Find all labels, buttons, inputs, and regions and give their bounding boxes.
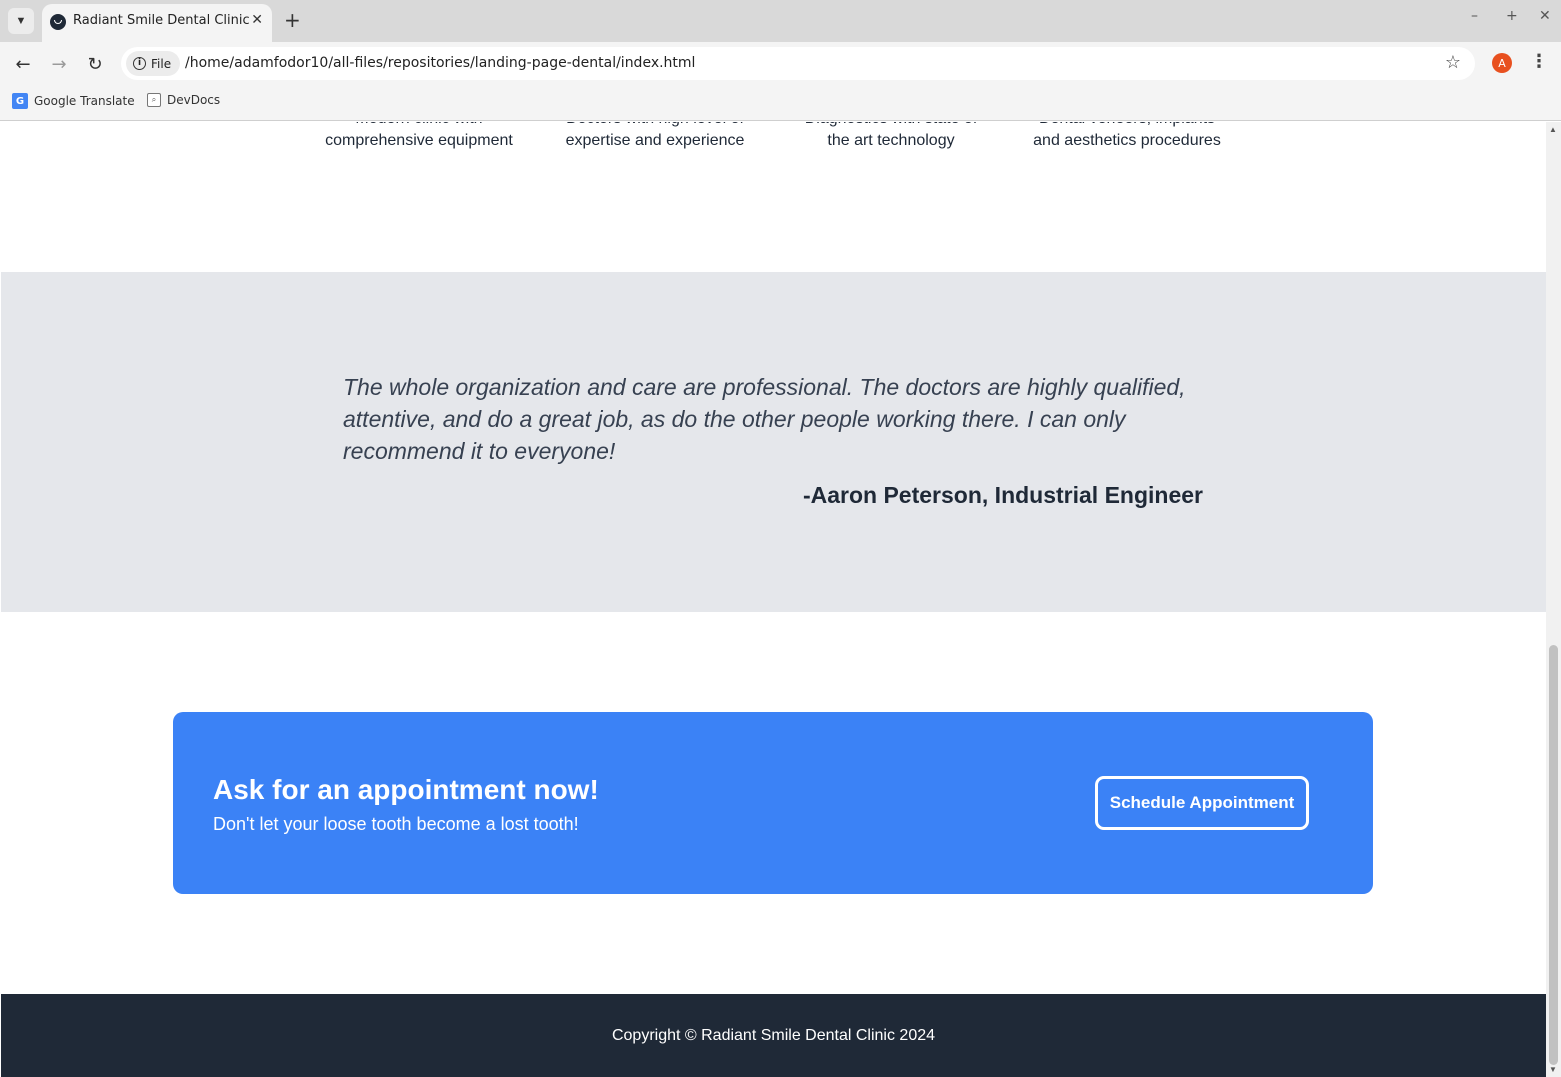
- feature-item: Dental veneers, implants and aesthetics …: [1017, 122, 1237, 152]
- file-label: File: [151, 56, 172, 71]
- bookmark-google-translate[interactable]: G Google Translate: [12, 93, 135, 109]
- bookmark-star-icon[interactable]: ☆: [1445, 52, 1461, 73]
- browser-tab[interactable]: Radiant Smile Dental Clinic ✕: [42, 4, 272, 42]
- browser-menu-icon[interactable]: ⋮: [1530, 51, 1548, 72]
- page-footer: Copyright © Radiant Smile Dental Clinic …: [1, 994, 1546, 1077]
- close-window-icon[interactable]: ✕: [1539, 8, 1551, 24]
- cta-subtitle: Don't let your loose tooth become a lost…: [213, 814, 579, 834]
- appointment-cta-box: Ask for an appointment now! Don't let yo…: [173, 712, 1373, 894]
- profile-avatar[interactable]: A: [1492, 53, 1512, 73]
- feature-item: Doctors with high level of expertise and…: [545, 122, 765, 152]
- browser-toolbar: ← → ↻ i File /home/adamfodor10/all-files…: [0, 42, 1561, 86]
- feature-item: Diagnostics with state of the art techno…: [781, 122, 1001, 152]
- testimonial-quote: The whole organization and care are prof…: [343, 374, 1186, 464]
- bookmark-devdocs[interactable]: ⌕ DevDocs: [147, 93, 220, 107]
- url-text[interactable]: /home/adamfodor10/all-files/repositories…: [185, 55, 695, 71]
- features-section: Modern clinic with comprehensive equipme…: [1, 122, 1546, 272]
- page-scrollbar[interactable]: ▲ ▼: [1546, 122, 1561, 1077]
- feature-text-line1: Modern clinic with: [309, 122, 529, 130]
- address-bar[interactable]: i File /home/adamfodor10/all-files/repos…: [121, 47, 1475, 80]
- feature-text-line1: Dental veneers, implants: [1017, 122, 1237, 130]
- testimonial-author: -Aaron Peterson, Industrial Engineer: [802, 482, 1203, 508]
- reload-icon[interactable]: ↻: [82, 51, 108, 77]
- feature-text-line2: the art technology: [827, 132, 955, 149]
- browser-tab-bar: ▼ Radiant Smile Dental Clinic ✕ + – + ✕: [0, 0, 1561, 42]
- scrollbar-thumb[interactable]: [1549, 645, 1558, 1065]
- devdocs-icon: ⌕: [147, 93, 161, 107]
- scroll-up-arrow-icon[interactable]: ▲: [1549, 125, 1557, 134]
- back-arrow-icon[interactable]: ←: [10, 51, 36, 77]
- feature-item: Modern clinic with comprehensive equipme…: [309, 122, 529, 152]
- new-tab-button[interactable]: +: [284, 9, 301, 31]
- info-icon: i: [133, 57, 146, 70]
- scroll-down-arrow-icon[interactable]: ▼: [1549, 1065, 1557, 1074]
- feature-text-line1: Doctors with high level of: [545, 122, 765, 130]
- tab-search-chevron-icon[interactable]: ▼: [8, 8, 34, 34]
- feature-text-line2: comprehensive equipment: [325, 132, 513, 149]
- google-translate-icon: G: [12, 93, 28, 109]
- feature-text-line1: Diagnostics with state of: [781, 122, 1001, 130]
- tooth-favicon-icon: [50, 14, 66, 30]
- site-info-chip[interactable]: i File: [126, 51, 181, 76]
- bookmarks-bar: G Google Translate ⌕ DevDocs: [0, 86, 1561, 121]
- schedule-appointment-button[interactable]: Schedule Appointment: [1095, 776, 1309, 830]
- copyright-text: Copyright © Radiant Smile Dental Clinic …: [611, 1027, 936, 1044]
- tab-title: Radiant Smile Dental Clinic: [73, 13, 250, 28]
- maximize-window-icon[interactable]: +: [1506, 8, 1518, 24]
- tab-close-icon[interactable]: ✕: [251, 12, 263, 28]
- bookmark-label: Google Translate: [34, 94, 135, 108]
- page-viewport: Modern clinic with comprehensive equipme…: [1, 122, 1546, 1077]
- cta-title: Ask for an appointment now!: [213, 774, 599, 805]
- feature-text-line2: and aesthetics procedures: [1033, 132, 1221, 149]
- forward-arrow-icon[interactable]: →: [46, 51, 72, 77]
- testimonial-section: The whole organization and care are prof…: [1, 272, 1546, 612]
- bookmark-label: DevDocs: [167, 93, 221, 107]
- minimize-window-icon[interactable]: –: [1471, 8, 1478, 24]
- feature-text-line2: expertise and experience: [565, 132, 745, 149]
